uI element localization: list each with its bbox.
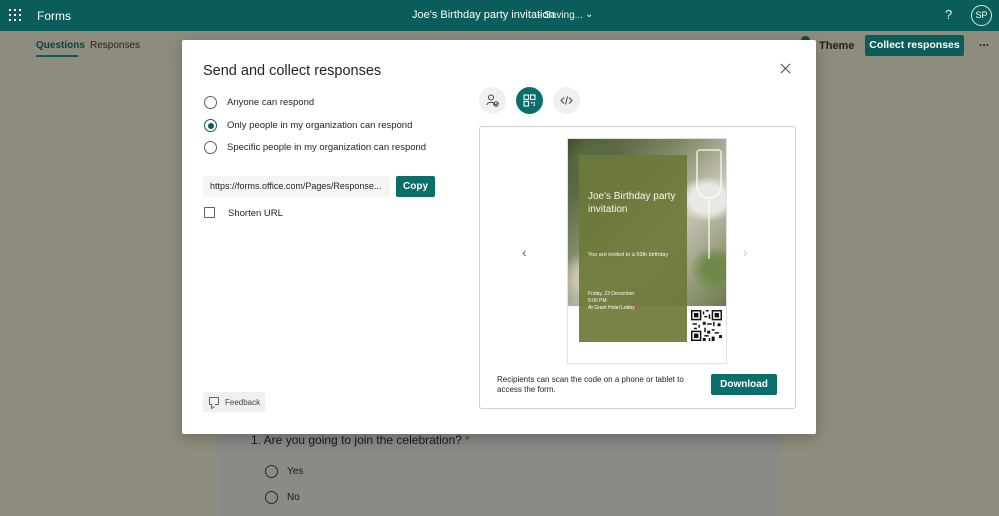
feedback-label: Feedback [225,398,261,407]
collect-responses-button[interactable]: Collect responses [865,35,964,56]
shorten-url-label: Shorten URL [228,208,283,219]
option-label: Yes [287,466,304,478]
help-question-icon[interactable]: ? [945,7,952,22]
radio-icon[interactable] [265,491,278,504]
copy-button[interactable]: Copy [396,176,435,197]
share-people-button[interactable] [479,87,506,114]
send-dialog: Send and collect responses Anyone can re… [182,40,816,434]
invitation-time: 5:00 PM [588,298,607,304]
tab-responses[interactable]: Responses [90,40,140,51]
more-options-icon[interactable]: ... [979,35,989,49]
qr-caption: Recipients can scan the code on a phone … [497,375,684,394]
invitation-card: Joe's Birthday party invitation You are … [579,155,687,342]
qr-code-icon [523,94,536,107]
invitation-place: At Grant Hotel Lobby❤ [588,305,639,312]
option-label: No [287,492,300,504]
avatar[interactable]: SP [971,5,992,26]
app-bar: Forms Joe's Birthday party invitation - … [0,0,999,31]
radio-label: Only people in my organization can respo… [227,120,413,131]
invitation-date: Friday, 23 December [588,291,635,297]
feedback-button[interactable]: Feedback [203,392,265,412]
radio-selected-icon[interactable] [204,119,217,132]
chevron-left-icon[interactable]: ‹ [522,244,527,260]
radio-label: Anyone can respond [227,97,315,108]
checkbox-icon[interactable] [204,207,215,218]
share-qr-button[interactable] [516,87,543,114]
download-button[interactable]: Download [711,374,777,395]
radio-icon[interactable] [204,96,217,109]
theme-button[interactable]: Theme [819,40,854,52]
form-url-field[interactable]: https://forms.office.com/Pages/Response.… [203,176,390,197]
heart-icon: ❤ [634,305,639,311]
app-name[interactable]: Forms [37,9,71,23]
invitation-details: Friday, 23 December 5:00 PM At Grant Hot… [588,291,639,312]
comment-icon [209,397,219,405]
active-tab-indicator [36,55,78,57]
tab-questions[interactable]: Questions [36,40,85,51]
question-title: 1. Are you going to join the celebration… [251,433,470,447]
glass-stem-decoration [708,199,710,259]
chevron-right-icon[interactable]: › [743,244,748,260]
document-title[interactable]: Joe's Birthday party invitation [412,9,555,21]
radio-label: Specific people in my organization can r… [227,142,427,153]
app-launcher-icon[interactable] [9,9,21,21]
chevron-down-icon[interactable]: ⌄ [585,9,593,20]
question-text: 1. Are you going to join the celebration… [251,433,462,447]
radio-icon[interactable] [265,465,278,478]
option-yes[interactable]: Yes [265,465,303,478]
qr-code-image [691,310,722,341]
invitation-title: Joe's Birthday party invitation [588,191,676,215]
share-embed-button[interactable] [553,87,580,114]
close-icon[interactable] [779,62,793,76]
invitation-preview: Joe's Birthday party invitation You are … [567,138,727,364]
embed-code-icon [560,96,573,105]
people-share-icon [486,94,499,107]
option-no[interactable]: No [265,491,300,504]
dialog-title: Send and collect responses [203,63,382,79]
invitation-subtitle: You are invited to a 50th birthday [588,252,669,258]
invitation-place-text: At Grant Hotel Lobby [588,305,635,311]
glass-decoration [696,149,722,199]
radio-icon[interactable] [204,141,217,154]
save-status: - Saving... [538,10,584,21]
qr-panel: ‹ › Joe's Birthday party invitation You … [479,126,796,409]
required-mark: * [465,433,470,447]
